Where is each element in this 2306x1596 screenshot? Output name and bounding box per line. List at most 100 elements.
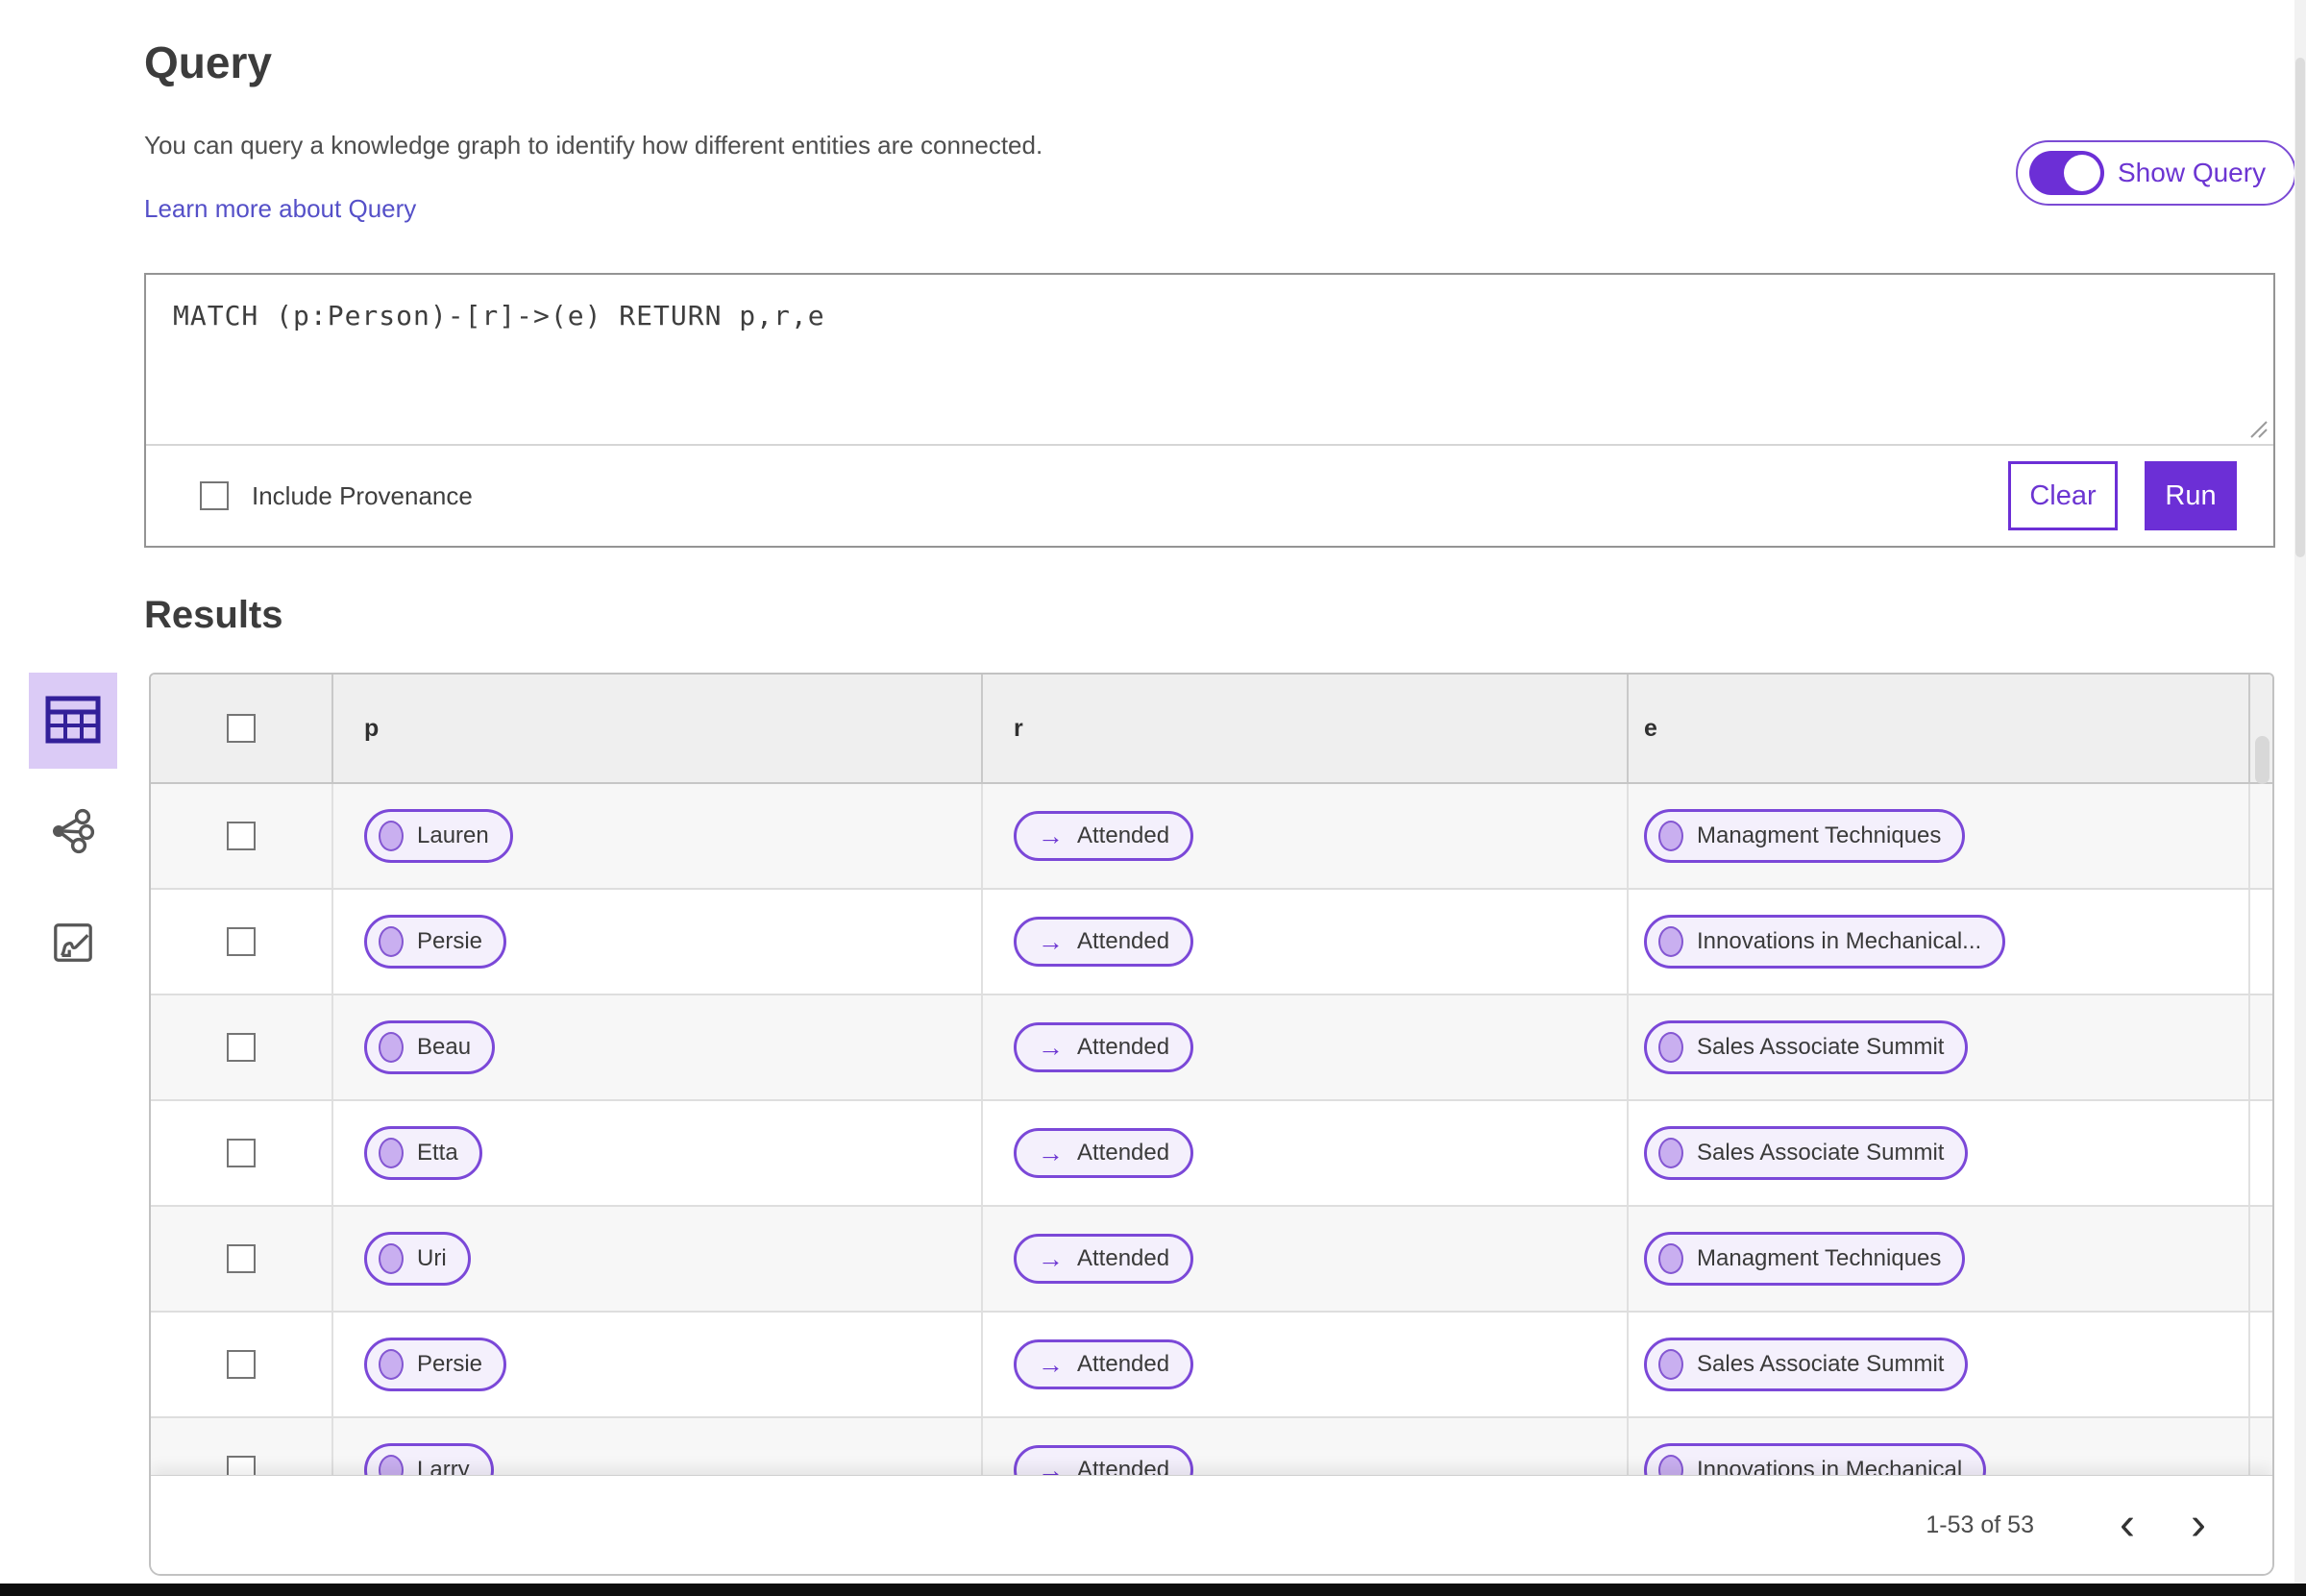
arrow-right-icon: → [1038,1349,1064,1379]
entity-pill[interactable]: Sales Associate Summit [1644,1126,1969,1180]
node-icon [1658,1455,1683,1475]
relationship-pill[interactable]: → Attended [1014,1445,1194,1475]
entity-label: Sales Associate Summit [1697,1140,1945,1166]
table-row: Persie → Attended Innovations in Mechanic… [151,890,2272,995]
node-icon [379,1349,404,1380]
relationship-pill[interactable]: → Attended [1014,1339,1194,1389]
arrow-right-icon: → [1038,1032,1064,1062]
row-checkbox[interactable] [227,927,256,956]
resize-handle-icon[interactable] [2246,417,2269,445]
entity-label: Uri [417,1245,447,1271]
table-row: Larry → Attended Innovations in Mechanica… [151,1418,2272,1475]
relationship-pill[interactable]: → Attended [1014,917,1194,967]
entity-label: Persie [417,1351,483,1377]
arrow-right-icon: → [1038,1138,1064,1167]
table-view-button[interactable] [29,673,117,769]
relationship-pill[interactable]: → Attended [1014,1234,1194,1284]
results-view-switcher [29,673,117,992]
run-button[interactable]: Run [2145,461,2237,530]
table-row: Persie → Attended Sales Associate Summit [151,1313,2272,1418]
relationship-label: Attended [1077,823,1170,848]
entity-label: Persie [417,928,483,954]
row-checkbox[interactable] [227,1456,256,1475]
node-icon [379,1032,404,1063]
page-scrollbar-thumb[interactable] [2295,58,2305,557]
page-scrollbar[interactable] [2294,0,2306,1584]
node-icon [1658,1349,1683,1380]
node-icon [379,1455,404,1475]
entity-label: Innovations in Mechanical... [1697,928,1982,954]
relationship-pill[interactable]: → Attended [1014,1128,1194,1178]
pagination-range: 1-53 of 53 [1926,1510,2034,1538]
entity-label: Sales Associate Summit [1697,1351,1945,1377]
toggle-on-icon[interactable] [2029,151,2104,195]
previous-page-button[interactable]: ‹ [2105,1502,2149,1548]
include-provenance-checkbox[interactable] [200,481,229,510]
row-checkbox[interactable] [227,1033,256,1062]
table-row: Lauren → Attended Managment Techniques [151,784,2272,890]
arrow-right-icon: → [1038,1243,1064,1273]
select-all-checkbox[interactable] [227,714,256,743]
relationship-label: Attended [1077,1351,1170,1377]
entity-pill[interactable]: Innovations in Mechanical... [1644,915,2006,969]
node-icon [379,1243,404,1274]
window-bottom-edge [0,1584,2306,1596]
query-page: Query You can query a knowledge graph to… [0,0,2306,1596]
query-input[interactable]: MATCH (p:Person)-[r]->(e) RETURN p,r,e [146,275,2273,446]
entity-pill[interactable]: Lauren [364,809,513,863]
relationship-pill[interactable]: → Attended [1014,1022,1194,1072]
relationship-label: Attended [1077,1140,1170,1166]
entity-label: Lauren [417,823,489,848]
node-icon [1658,821,1683,851]
map-view-button[interactable] [29,896,117,992]
entity-pill[interactable]: Persie [364,915,507,969]
entity-pill[interactable]: Innovations in Mechanical [1644,1443,1987,1475]
row-checkbox[interactable] [227,1350,256,1379]
entity-pill[interactable]: Larry [364,1443,494,1475]
row-checkbox[interactable] [227,822,256,850]
graph-view-button[interactable] [29,784,117,880]
show-query-toggle[interactable]: Show Query [2016,140,2297,206]
row-checkbox[interactable] [227,1139,256,1167]
include-provenance-option[interactable]: Include Provenance [200,481,473,511]
entity-label: Managment Techniques [1697,1245,1942,1271]
entity-label: Sales Associate Summit [1697,1034,1945,1060]
node-icon [379,926,404,957]
arrow-right-icon: → [1038,1455,1064,1475]
entity-pill[interactable]: Sales Associate Summit [1644,1338,1969,1391]
entity-pill[interactable]: Managment Techniques [1644,1232,1966,1286]
node-icon [1658,1138,1683,1168]
entity-pill[interactable]: Uri [364,1232,471,1286]
table-row: Beau → Attended Sales Associate Summit [151,995,2272,1101]
query-panel: MATCH (p:Person)-[r]->(e) RETURN p,r,e I… [144,273,2275,548]
arrow-right-icon: → [1038,926,1064,956]
table-row: Uri → Attended Managment Techniques [151,1207,2272,1313]
entity-pill[interactable]: Persie [364,1338,507,1391]
page-description: You can query a knowledge graph to ident… [144,131,1043,160]
entity-pill[interactable]: Managment Techniques [1644,809,1966,863]
row-checkbox[interactable] [227,1244,256,1273]
relationship-pill[interactable]: → Attended [1014,811,1194,861]
node-icon [379,821,404,851]
entity-pill[interactable]: Etta [364,1126,482,1180]
entity-label: Innovations in Mechanical [1697,1457,1963,1475]
relationship-label: Attended [1077,928,1170,954]
query-panel-footer: Include Provenance Clear Run [146,446,2273,546]
arrow-right-icon: → [1038,821,1064,850]
query-actions: Clear Run [2008,461,2237,530]
learn-more-link[interactable]: Learn more about Query [144,194,416,224]
clear-button[interactable]: Clear [2008,461,2118,530]
toggle-knob [2064,155,2100,191]
results-table-card: p r e Lauren → Attended Managment Techniq… [149,673,2274,1576]
relationship-label: Attended [1077,1457,1170,1475]
relationship-label: Attended [1077,1034,1170,1060]
map-view-icon [51,921,95,968]
pagination-bar: 1-53 of 53 ‹ › [151,1475,2272,1574]
results-table: p r e Lauren → Attended Managment Techniq… [151,675,2272,1475]
node-icon [379,1138,404,1168]
next-page-button[interactable]: › [2176,1502,2220,1548]
entity-pill[interactable]: Beau [364,1020,496,1074]
table-row: Etta → Attended Sales Associate Summit [151,1101,2272,1207]
entity-pill[interactable]: Sales Associate Summit [1644,1020,1969,1074]
table-scrollbar-thumb[interactable] [2255,736,2269,784]
